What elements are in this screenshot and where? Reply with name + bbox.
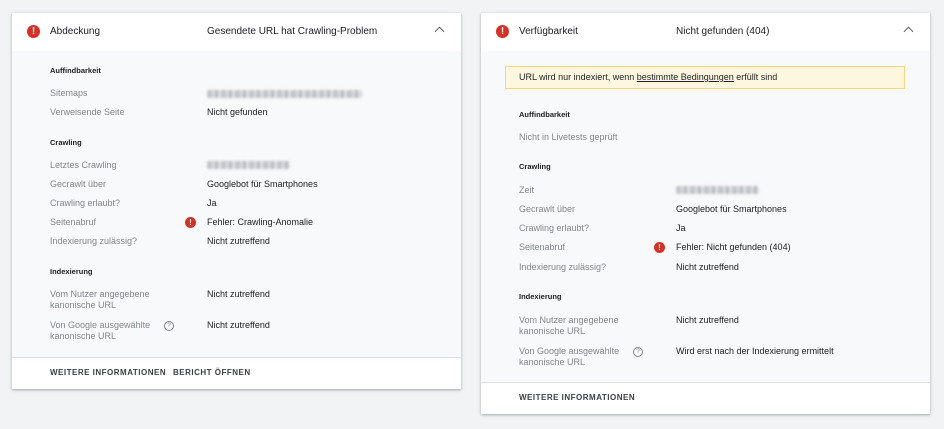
more-info-button[interactable]: WEITERE INFORMATIONEN: [519, 393, 635, 402]
crawl-allowed-value: Ja: [207, 198, 217, 208]
availability-card-header[interactable]: ! Verfügbarkeit Nicht gefunden (404): [481, 13, 930, 52]
crawl-allowed-label: Crawling erlaubt?: [519, 223, 590, 233]
sitemaps-label: Sitemaps: [50, 88, 88, 98]
user-canonical-label-line2: kanonische URL: [50, 300, 117, 310]
redacted-last-crawl-date: [207, 161, 290, 169]
user-canonical-value: Nicht zutreffend: [676, 315, 739, 325]
google-canonical-label: Von Google ausgewählte: [50, 320, 151, 330]
help-icon[interactable]: ?: [164, 321, 174, 331]
user-canonical-label-line2: kanonische URL: [519, 326, 586, 336]
last-crawl-label: Letztes Crawling: [50, 160, 117, 170]
coverage-card-footer: WEITERE INFORMATIONEN BERICHT ÖFFNEN: [12, 357, 461, 389]
not-live-tested-text: Nicht in Livetests geprüft: [519, 132, 618, 142]
referring-page-value: Nicht gefunden: [207, 107, 268, 117]
section-title-crawling: Crawling: [50, 138, 82, 147]
error-icon: !: [654, 242, 665, 253]
google-canonical-value: Nicht zutreffend: [207, 320, 270, 330]
section-title-indexing: Indexierung: [50, 267, 93, 276]
coverage-status: Gesendete URL hat Crawling-Problem: [207, 26, 378, 37]
page-fetch-label: Seitenabruf: [50, 217, 97, 227]
redacted-crawl-time: [676, 186, 759, 194]
section-title-discoverability: Auffindbarkeit: [50, 66, 101, 75]
availability-status: Nicht gefunden (404): [676, 26, 770, 37]
availability-card-body: URL wird nur indexiert, wenn bestimmte B…: [481, 51, 930, 383]
section-title-indexing: Indexierung: [519, 292, 562, 301]
availability-card: ! Verfügbarkeit Nicht gefunden (404) URL…: [481, 13, 930, 414]
page-fetch-value: Fehler: Crawling-Anomalie: [207, 217, 314, 227]
error-icon: !: [496, 25, 509, 38]
crawled-as-label: Gecrawlt über: [50, 179, 107, 189]
section-title-crawling: Crawling: [519, 162, 551, 171]
crawled-as-value: Googlebot für Smartphones: [676, 204, 787, 214]
coverage-card-header[interactable]: ! Abdeckung Gesendete URL hat Crawling-P…: [12, 13, 461, 52]
availability-card-footer: WEITERE INFORMATIONEN: [481, 382, 930, 414]
crawled-as-value: Googlebot für Smartphones: [207, 179, 318, 189]
user-canonical-value: Nicht zutreffend: [207, 289, 270, 299]
banner-text-after: erfüllt sind: [733, 72, 778, 82]
indexing-conditions-banner: URL wird nur indexiert, wenn bestimmte B…: [505, 66, 905, 89]
user-canonical-label: Vom Nutzer angegebene: [50, 289, 150, 299]
chevron-up-icon[interactable]: [434, 26, 445, 37]
banner-text-before: URL wird nur indexiert, wenn: [519, 72, 637, 82]
coverage-card-body: Auffindbarkeit Sitemaps Verweisende Seit…: [12, 51, 461, 358]
crawl-allowed-label: Crawling erlaubt?: [50, 198, 121, 208]
indexing-allowed-label: Indexierung zulässig?: [50, 236, 138, 246]
indexing-allowed-label: Indexierung zulässig?: [519, 262, 607, 272]
availability-title: Verfügbarkeit: [519, 26, 578, 37]
google-canonical-value: Wird erst nach der Indexierung ermittelt: [676, 346, 834, 356]
more-info-button[interactable]: WEITERE INFORMATIONEN: [50, 368, 166, 377]
time-label: Zeit: [519, 185, 535, 195]
google-canonical-label-line2: kanonische URL: [519, 357, 586, 367]
open-report-button[interactable]: BERICHT ÖFFNEN: [173, 368, 251, 377]
google-canonical-label: Von Google ausgewählte: [519, 346, 620, 356]
help-icon[interactable]: ?: [633, 347, 643, 357]
coverage-title: Abdeckung: [50, 26, 101, 37]
error-icon: !: [185, 217, 196, 228]
crawled-as-label: Gecrawlt über: [519, 204, 576, 214]
error-icon: !: [27, 25, 40, 38]
page-fetch-value: Fehler: Nicht gefunden (404): [676, 242, 791, 252]
section-title-discoverability: Auffindbarkeit: [519, 110, 570, 119]
google-canonical-label-line2: kanonische URL: [50, 331, 117, 341]
chevron-up-icon[interactable]: [903, 26, 914, 37]
page-fetch-label: Seitenabruf: [519, 242, 566, 252]
user-canonical-label: Vom Nutzer angegebene: [519, 315, 619, 325]
crawl-allowed-value: Ja: [676, 223, 686, 233]
conditions-link[interactable]: bestimmte Bedingungen: [637, 72, 734, 82]
coverage-card: ! Abdeckung Gesendete URL hat Crawling-P…: [12, 13, 461, 389]
indexing-allowed-value: Nicht zutreffend: [207, 236, 270, 246]
redacted-sitemap-url: [207, 90, 362, 98]
indexing-allowed-value: Nicht zutreffend: [676, 262, 739, 272]
referring-page-label: Verweisende Seite: [50, 107, 125, 117]
